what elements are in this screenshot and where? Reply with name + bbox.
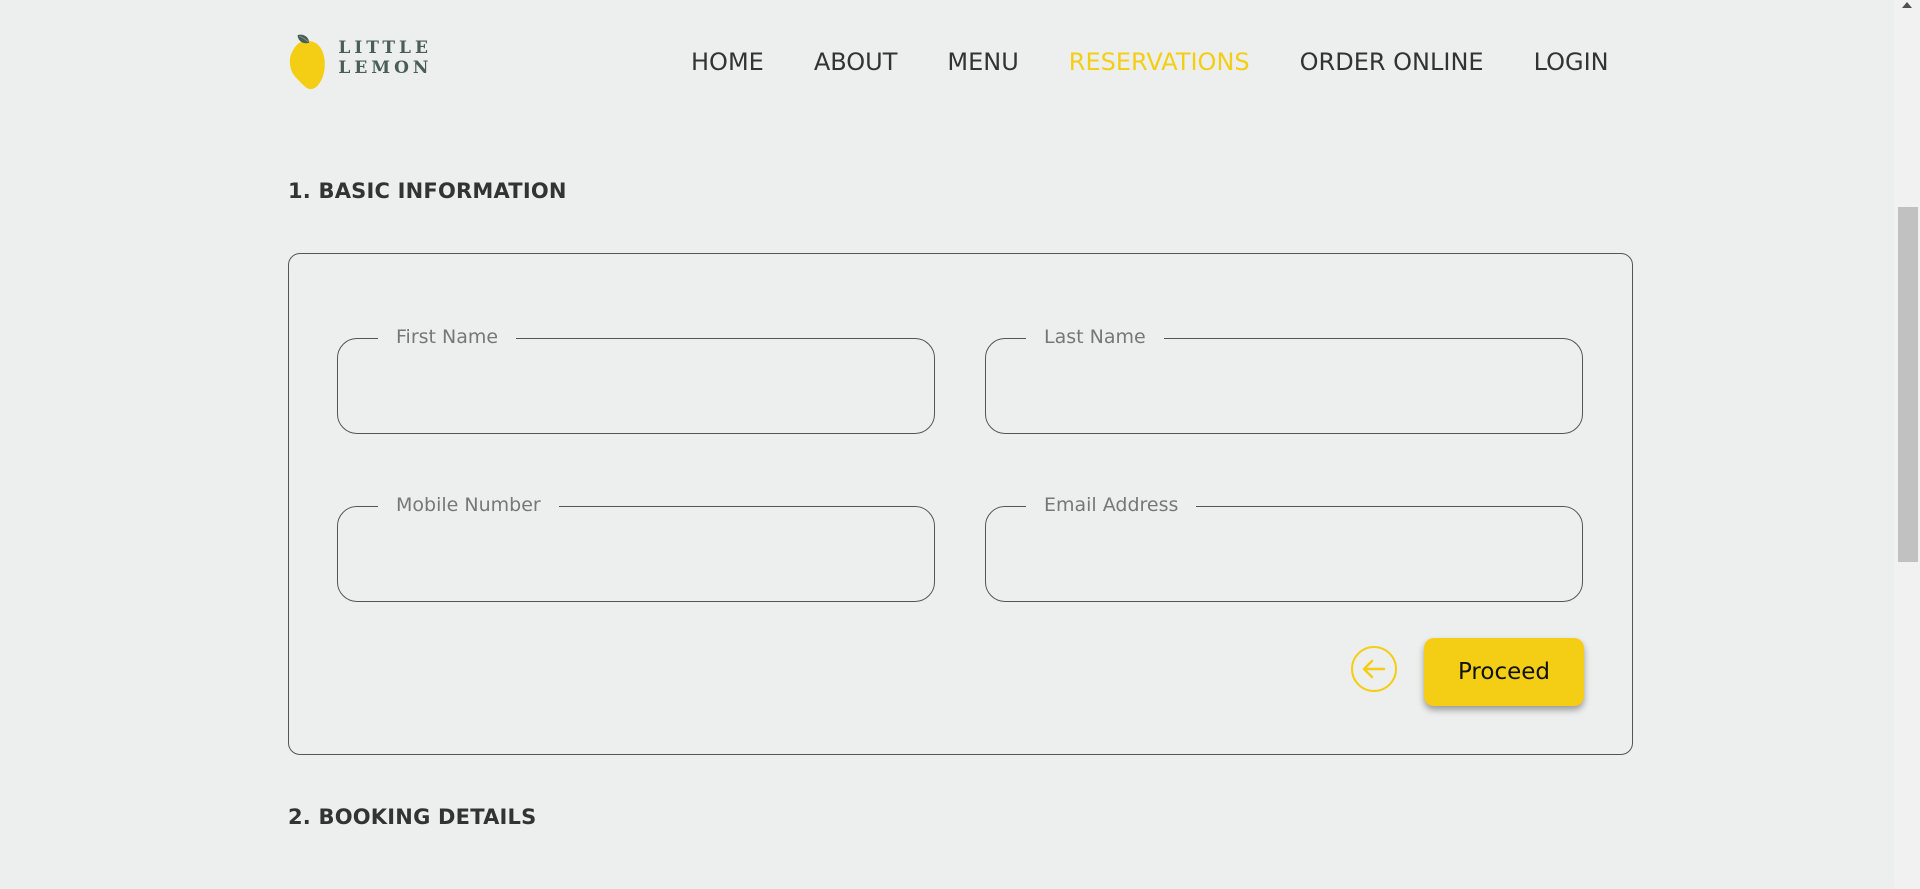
nav-reservations[interactable]: RESERVATIONS [1069,48,1250,76]
email-address-field[interactable]: Email Address [985,494,1583,602]
basic-information-title: 1. BASIC INFORMATION [288,179,567,203]
scroll-thumb[interactable] [1898,207,1918,562]
first-name-input[interactable] [358,369,914,409]
first-name-field[interactable]: First Name [337,326,935,434]
logo-text: LITTLE LEMON [338,38,433,78]
arrow-left-icon [1362,659,1386,679]
nav-order-online[interactable]: ORDER ONLINE [1300,48,1484,76]
logo[interactable]: LITTLE LEMON [288,28,528,94]
proceed-button[interactable]: Proceed [1424,638,1584,706]
scroll-up-arrow-icon[interactable] [1902,2,1912,8]
last-name-label: Last Name [1026,326,1164,348]
mobile-number-label: Mobile Number [378,494,559,516]
back-button[interactable] [1351,646,1397,692]
email-address-input[interactable] [1006,537,1562,577]
nav-about[interactable]: ABOUT [814,48,898,76]
vertical-scrollbar[interactable] [1894,0,1920,889]
site-header: LITTLE LEMON HOME ABOUT MENU RESERVATION… [288,28,1609,98]
last-name-input[interactable] [1006,369,1562,409]
nav-login[interactable]: LOGIN [1534,48,1609,76]
nav-home[interactable]: HOME [691,48,764,76]
booking-details-title: 2. BOOKING DETAILS [288,805,537,829]
basic-information-form: First Name Last Name Mobile Number Email… [288,253,1633,755]
mobile-number-input[interactable] [358,537,914,577]
first-name-label: First Name [378,326,517,348]
last-name-field[interactable]: Last Name [985,326,1583,434]
mobile-number-field[interactable]: Mobile Number [337,494,935,602]
main-nav: HOME ABOUT MENU RESERVATIONS ORDER ONLIN… [691,48,1609,76]
lemon-logo-icon [289,34,325,90]
email-address-label: Email Address [1026,494,1197,516]
nav-menu[interactable]: MENU [947,48,1018,76]
